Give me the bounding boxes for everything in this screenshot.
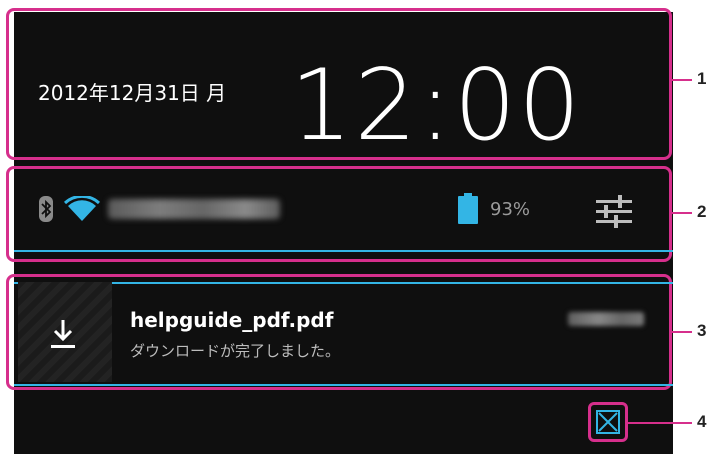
settings-icon[interactable] xyxy=(594,193,634,229)
notification-top-divider xyxy=(14,282,673,284)
notification-title[interactable]: helpguide_pdf.pdf xyxy=(130,308,333,332)
notification-text: ダウンロードが完了しました。 xyxy=(130,342,341,360)
status-panel-highlight xyxy=(6,166,672,262)
clock-time: 12:00 xyxy=(290,56,582,156)
close-icon xyxy=(596,410,620,434)
callout-1: 1 xyxy=(697,69,707,88)
download-icon xyxy=(51,320,75,348)
callout-line-3 xyxy=(672,331,692,333)
callout-3: 3 xyxy=(697,321,707,340)
clear-all-button[interactable] xyxy=(588,402,628,442)
callout-line-2 xyxy=(672,212,692,214)
callout-4: 4 xyxy=(697,412,707,431)
callout-line-1 xyxy=(672,79,692,81)
date-label: 2012年12月31日 月 xyxy=(38,81,227,105)
wifi-icon[interactable] xyxy=(62,196,102,222)
notification-bottom-divider xyxy=(14,384,673,386)
bluetooth-icon xyxy=(39,196,53,222)
battery-icon xyxy=(458,193,478,224)
battery-percentage: 93% xyxy=(490,199,531,220)
callout-2: 2 xyxy=(697,202,707,221)
clock-time-text: 12:00 xyxy=(290,49,583,163)
status-divider xyxy=(14,250,673,252)
callout-line-4 xyxy=(628,422,692,424)
network-name-blurred xyxy=(108,199,280,219)
notification-time-blurred xyxy=(568,312,644,326)
